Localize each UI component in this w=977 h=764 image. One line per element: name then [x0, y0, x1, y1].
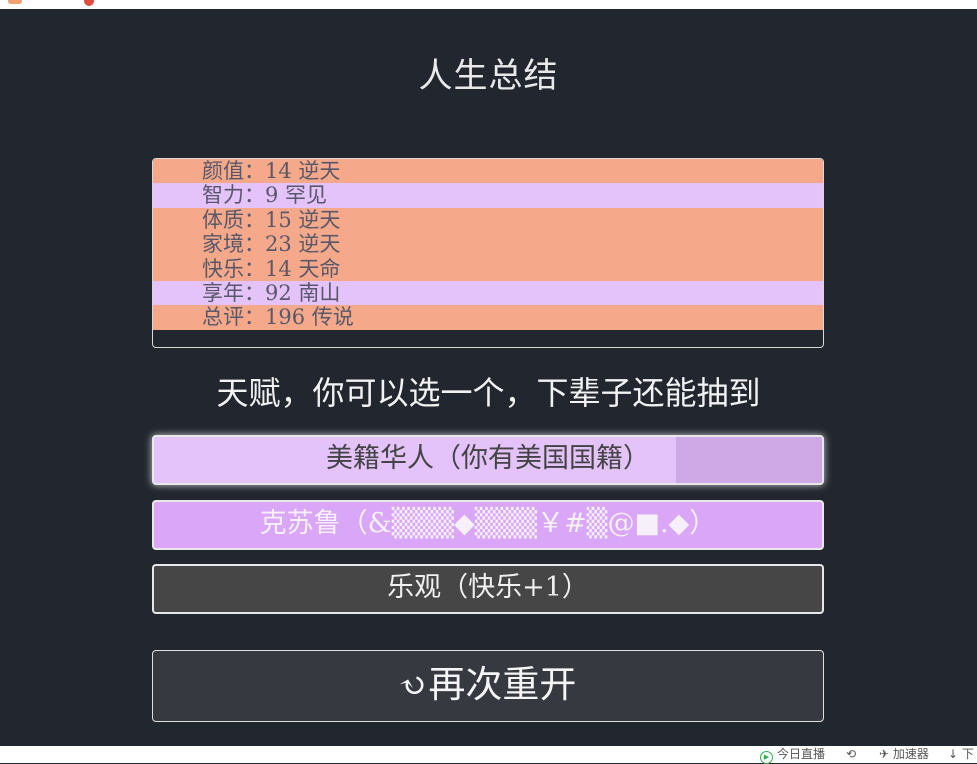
talent-option-label: 克苏鲁（&▒▒▒◆▒▒▒￥#▒@■.◆） [259, 508, 717, 539]
talent-option-optimism[interactable]: 乐观（快乐+1） [152, 564, 824, 614]
live-stream-link[interactable]: ▶ 今日直播 [760, 747, 825, 764]
summary-row-family: 家境：23 逆天 [153, 232, 823, 257]
talent-option-label: 乐观（快乐+1） [387, 572, 589, 603]
browser-top-strip [0, 0, 977, 9]
hover-highlight [676, 437, 822, 483]
summary-row-total: 总评：196 传说 [153, 305, 823, 330]
refresh-icon[interactable]: ⟲ [846, 747, 856, 762]
download-button[interactable]: ↓ 下 [948, 747, 974, 762]
restart-button[interactable]: ↻再次重开 [152, 650, 824, 722]
download-icon: ↓ [948, 747, 959, 761]
page-title: 人生总结 [418, 56, 559, 96]
life-summary-panel: 颜值：14 逆天 智力：9 罕见 体质：15 逆天 家境：23 逆天 快乐：14… [152, 158, 824, 348]
rocket-icon: ✈ [879, 747, 890, 761]
notification-dot-icon [84, 0, 94, 6]
restart-label: 再次重开 [428, 663, 577, 706]
summary-row-appearance: 颜值：14 逆天 [153, 159, 823, 184]
accelerator-button[interactable]: ✈ 加速器 [879, 747, 929, 762]
summary-row-lifespan: 享年：92 南山 [153, 280, 823, 306]
browser-tab-icon [8, 0, 22, 4]
talent-instruction: 天赋，你可以选一个，下辈子还能抽到 [216, 374, 761, 412]
talent-option-cthulhu[interactable]: 克苏鲁（&▒▒▒◆▒▒▒￥#▒@■.◆） [152, 500, 824, 550]
summary-row-happiness: 快乐：14 天命 [153, 256, 823, 281]
summary-row-intelligence: 智力：9 罕见 [153, 183, 823, 208]
browser-status-bar: ▶ 今日直播 ⟲ ✈ 加速器 ↓ 下 [0, 746, 977, 764]
accelerator-label: 加速器 [892, 747, 929, 761]
talent-option-label: 美籍华人（你有美国国籍） [326, 443, 650, 474]
talent-option-american-chinese[interactable]: 美籍华人（你有美国国籍） [152, 435, 824, 485]
play-icon: ▶ [760, 751, 773, 764]
summary-row-constitution: 体质：15 逆天 [153, 207, 823, 233]
download-label: 下 [961, 747, 974, 761]
live-stream-label: 今日直播 [777, 747, 826, 761]
